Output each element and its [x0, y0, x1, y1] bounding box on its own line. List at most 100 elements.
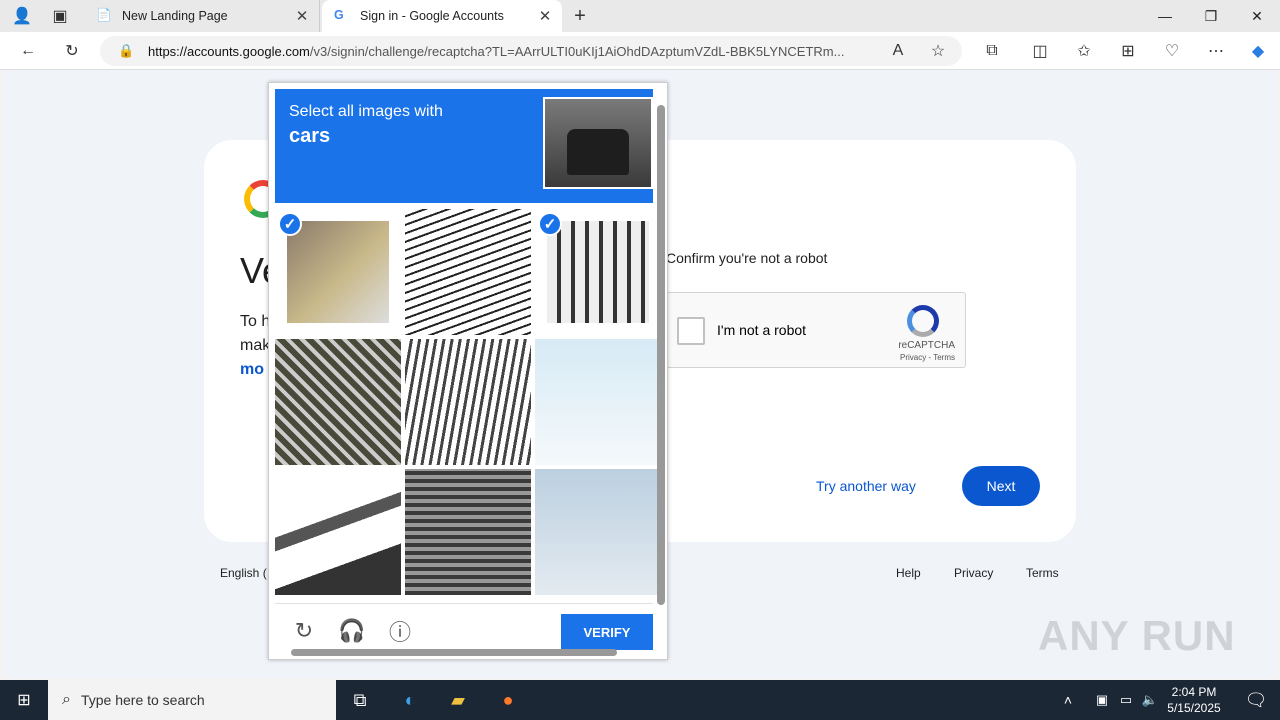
firefox-icon[interactable]: ●: [484, 680, 532, 720]
footer-help-link[interactable]: Help: [896, 566, 921, 580]
grid-tile-8[interactable]: [405, 469, 531, 595]
tile-image-overpass: [275, 469, 401, 595]
sample-car-image: [543, 97, 653, 189]
clock-date: 5/15/2025: [1167, 701, 1221, 715]
vertical-scrollbar[interactable]: [655, 89, 665, 637]
tab-bar: 👤 ▣ 📄 New Landing Page ✕ G Sign in - Goo…: [0, 0, 1280, 32]
browser-essentials-icon[interactable]: ♡: [1158, 38, 1186, 64]
address-bar[interactable]: 🔒 https://accounts.google.com/v3/signin/…: [100, 36, 962, 66]
search-icon: ⌕: [62, 691, 71, 708]
url-path: /v3/signin/challenge/recaptcha?TL=AArrUL…: [309, 43, 845, 59]
audio-challenge-icon[interactable]: 🎧: [338, 618, 365, 644]
grid-tile-2[interactable]: [405, 209, 531, 335]
scroll-thumb[interactable]: [291, 649, 617, 656]
minimize-button[interactable]: —: [1142, 0, 1188, 32]
close-tab-icon[interactable]: ✕: [536, 7, 554, 25]
split-screen-icon[interactable]: ◫: [1026, 38, 1054, 64]
horizontal-scrollbar[interactable]: [275, 645, 653, 657]
grid-tile-6[interactable]: [535, 339, 661, 465]
footer-terms-link[interactable]: Terms: [1026, 566, 1059, 580]
language-selector[interactable]: English (: [220, 566, 267, 580]
collections-icon[interactable]: ⊞: [1114, 38, 1142, 64]
recaptcha-checkbox[interactable]: [677, 317, 705, 345]
try-another-way-button[interactable]: Try another way: [816, 478, 916, 494]
grid-tile-5[interactable]: [405, 339, 531, 465]
page-description: To h mak mo: [240, 310, 270, 382]
selected-check-icon: ✓: [278, 212, 302, 236]
file-explorer-icon[interactable]: ▰: [434, 680, 482, 720]
grid-tile-7[interactable]: [275, 469, 401, 595]
profile-icon[interactable]: 👤: [8, 3, 36, 29]
tab-new-landing-page[interactable]: 📄 New Landing Page ✕: [84, 0, 320, 32]
learn-more-link[interactable]: mo: [240, 358, 270, 382]
task-view-icon[interactable]: ⧉: [336, 680, 384, 720]
tab-actions-icon[interactable]: ▣: [46, 3, 74, 29]
recaptcha-label: I'm not a robot: [717, 322, 807, 338]
volume-icon[interactable]: 🔈: [1138, 680, 1162, 720]
lock-icon: 🔒: [118, 43, 135, 58]
grid-tile-1[interactable]: ✓: [275, 209, 401, 335]
chevron-up-icon[interactable]: ˄: [1056, 680, 1080, 720]
recaptcha-links[interactable]: Privacy - Terms: [900, 353, 955, 362]
tile-image-street-bus: [287, 221, 389, 323]
network-icon[interactable]: ▭: [1114, 680, 1138, 720]
search-placeholder: Type here to search: [80, 692, 205, 708]
tray-device-icon[interactable]: ▣: [1090, 680, 1114, 720]
page-icon: 📄: [96, 8, 112, 22]
next-button[interactable]: Next: [962, 466, 1040, 506]
windows-start-icon[interactable]: ⊞: [0, 680, 48, 720]
grid-tile-4[interactable]: [275, 339, 401, 465]
close-tab-icon[interactable]: ✕: [293, 7, 311, 25]
tab-title: New Landing Page: [122, 9, 228, 23]
more-menu-icon[interactable]: ⋯: [1202, 38, 1230, 64]
challenge-target: cars: [289, 125, 331, 147]
tile-image-traffic-cars: [547, 221, 649, 323]
description-line: mak: [240, 337, 271, 354]
edge-icon[interactable]: ◐: [386, 680, 434, 720]
recaptcha-widget: I'm not a robot reCAPTCHA Privacy - Term…: [664, 292, 966, 368]
google-favicon-icon: G: [334, 8, 344, 22]
taskbar-search[interactable]: ⌕ Type here to search: [48, 680, 336, 720]
restore-button[interactable]: ❐: [1188, 0, 1234, 32]
footer-privacy-link[interactable]: Privacy: [954, 566, 993, 580]
tile-image-busy-street: [405, 339, 531, 465]
tile-image-bus: [275, 339, 401, 465]
back-icon[interactable]: ←: [14, 38, 42, 64]
tile-image-stairs: [405, 469, 531, 595]
description-line: To h: [240, 313, 271, 330]
reload-challenge-icon[interactable]: ↻: [291, 618, 317, 644]
system-clock[interactable]: 2:04 PM 5/15/2025: [1162, 684, 1226, 716]
challenge-footer: ↻ 🎧 ⓘ VERIFY: [275, 603, 653, 651]
challenge-instruction: Select all images with: [289, 103, 443, 120]
copilot-icon[interactable]: ◆: [1244, 38, 1272, 64]
windows-taskbar: ⊞ ⌕ Type here to search ⧉ ◐ ▰ ● ˄ ▣ ▭ 🔈 …: [0, 680, 1280, 720]
favorites-icon[interactable]: ✩: [1070, 38, 1098, 64]
anyrun-watermark: ANY RUN: [1038, 612, 1236, 659]
grid-tile-9[interactable]: [535, 469, 661, 595]
url-text: https://accounts.google.com/v3/signin/ch…: [148, 44, 844, 59]
close-window-button[interactable]: ✕: [1234, 0, 1280, 32]
recaptcha-brand: reCAPTCHA: [898, 340, 955, 351]
clock-time: 2:04 PM: [1171, 685, 1217, 699]
recaptcha-logo-icon: [907, 305, 939, 337]
read-aloud-icon[interactable]: A: [884, 38, 912, 64]
grid-tile-3[interactable]: ✓: [535, 209, 661, 335]
scroll-thumb[interactable]: [657, 105, 665, 605]
tab-google-signin[interactable]: G Sign in - Google Accounts ✕: [322, 0, 562, 32]
favorite-star-icon[interactable]: ☆: [924, 38, 952, 64]
car-shape: [567, 129, 629, 175]
new-tab-button[interactable]: +: [566, 3, 594, 29]
refresh-icon[interactable]: ↻: [58, 38, 86, 64]
url-host: https://accounts.google.com: [148, 43, 310, 59]
challenge-header: Select all images with cars: [275, 89, 653, 203]
info-icon[interactable]: ⓘ: [387, 618, 413, 645]
recaptcha-challenge-popup: Select all images with cars ✓ ✓ ↻ 🎧 ⓘ VE…: [268, 82, 668, 660]
notifications-icon[interactable]: 🗨: [1232, 680, 1280, 720]
browser-toolbar: ← ↻ 🔒 https://accounts.google.com/v3/sig…: [0, 32, 1280, 70]
confirm-text: Confirm you're not a robot: [666, 250, 828, 266]
tab-title: Sign in - Google Accounts: [360, 9, 504, 23]
tile-image-traffic-light: [405, 209, 531, 335]
selected-check-icon: ✓: [538, 212, 562, 236]
extensions-icon[interactable]: ⧉: [978, 38, 1006, 64]
tile-image-signal-pole: [535, 339, 661, 465]
